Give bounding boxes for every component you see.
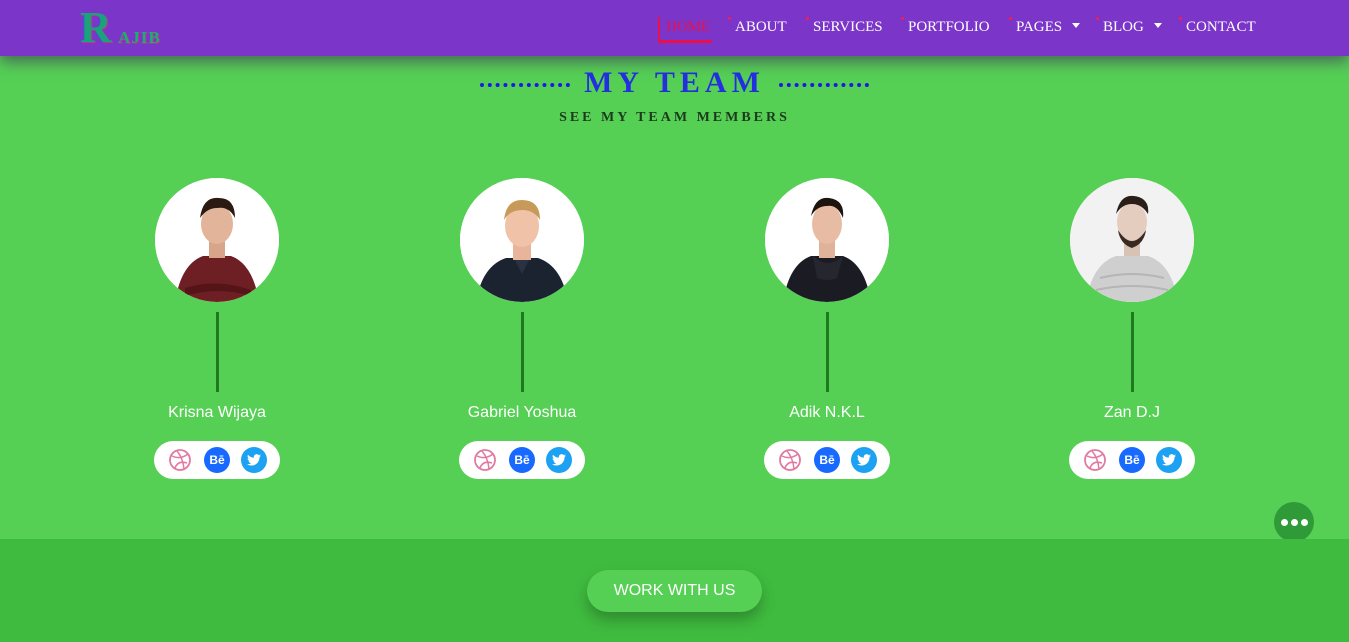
nav-contact[interactable]: CONTACT <box>1179 17 1256 36</box>
nav-contact-label: CONTACT <box>1186 19 1256 35</box>
navbar: R AJIB HOME ABOUT SERVICES PORTFOLIO PAG… <box>0 0 1349 56</box>
section-subtitle: SEE MY TEAM MEMBERS <box>559 110 790 125</box>
member-name: Gabriel Yoshua <box>467 404 577 421</box>
nav-dot <box>1096 17 1099 20</box>
behance-icon[interactable]: Bē <box>508 447 535 473</box>
social-links: Bē <box>764 441 890 479</box>
behance-glyph: Bē <box>209 453 225 467</box>
member-name: Adik N.K.L <box>789 404 865 421</box>
nav-dot <box>728 17 731 20</box>
section-title: MY TEAM <box>584 66 765 99</box>
connector-line <box>521 312 524 392</box>
nav-about[interactable]: ABOUT <box>728 17 787 36</box>
dribbble-icon[interactable] <box>167 447 193 473</box>
avatar <box>155 178 279 302</box>
nav-pages-label: PAGES <box>1016 19 1063 35</box>
team-member-card: Adik N.K.L Bē <box>707 178 947 488</box>
nav-dot <box>1009 17 1012 20</box>
more-options-button[interactable] <box>1274 502 1314 542</box>
chevron-down-icon <box>1071 23 1080 29</box>
behance-glyph: Bē <box>819 453 835 467</box>
dot-icon <box>1290 518 1298 526</box>
nav-dot <box>806 17 809 20</box>
team-member-card: Zan D.J Bē <box>1012 178 1252 488</box>
twitter-icon[interactable] <box>545 447 572 473</box>
behance-glyph: Bē <box>1124 453 1140 467</box>
nav-blog-label: BLOG <box>1103 19 1144 35</box>
avatar <box>460 178 584 302</box>
behance-icon[interactable]: Bē <box>203 447 230 473</box>
behance-icon[interactable]: Bē <box>813 447 840 473</box>
nav-home[interactable]: HOME <box>658 17 712 43</box>
nav-portfolio[interactable]: PORTFOLIO <box>901 17 990 36</box>
nav-portfolio-label: PORTFOLIO <box>908 19 990 35</box>
connector-line <box>216 312 219 392</box>
dot-icon <box>1300 518 1308 526</box>
dot-icon <box>1280 518 1288 526</box>
active-underline <box>658 40 712 43</box>
nav-blog[interactable]: BLOG <box>1096 17 1162 36</box>
nav-services[interactable]: SERVICES <box>806 17 883 36</box>
dribbble-icon[interactable] <box>777 447 803 473</box>
social-links: Bē <box>459 441 585 479</box>
social-links: Bē <box>1069 441 1195 479</box>
nav-pages[interactable]: PAGES <box>1009 17 1080 36</box>
connector-line <box>826 312 829 392</box>
active-indicator <box>658 17 660 41</box>
nav-dot <box>901 17 904 20</box>
work-with-us-button[interactable]: WORK WITH US <box>587 570 762 612</box>
team-member-card: Krisna Wijaya Bē <box>97 178 337 488</box>
behance-glyph: Bē <box>514 453 530 467</box>
chevron-down-icon <box>1153 23 1162 29</box>
social-links: Bē <box>154 441 280 479</box>
member-name: Zan D.J <box>1103 404 1160 421</box>
title-dots-left <box>479 83 570 87</box>
team-member-card: Gabriel Yoshua Bē <box>402 178 642 488</box>
avatar <box>765 178 889 302</box>
section-heading: MY TEAM <box>0 66 1349 100</box>
cta-band: WORK WITH US <box>0 539 1349 642</box>
connector-line <box>1131 312 1134 392</box>
avatar <box>1070 178 1194 302</box>
nav-home-label: HOME <box>666 19 711 35</box>
nav-about-label: ABOUT <box>735 19 787 35</box>
twitter-icon[interactable] <box>1155 447 1182 473</box>
behance-icon[interactable]: Bē <box>1118 447 1145 473</box>
nav-services-label: SERVICES <box>813 19 883 35</box>
dribbble-icon[interactable] <box>472 447 498 473</box>
twitter-icon[interactable] <box>850 447 877 473</box>
dribbble-icon[interactable] <box>1082 447 1108 473</box>
member-name: Krisna Wijaya <box>168 404 266 421</box>
main-nav: HOME ABOUT SERVICES PORTFOLIO PAGES BLOG… <box>0 17 1349 43</box>
title-dots-right <box>779 83 870 87</box>
twitter-icon[interactable] <box>240 447 267 473</box>
nav-dot <box>1179 17 1182 20</box>
